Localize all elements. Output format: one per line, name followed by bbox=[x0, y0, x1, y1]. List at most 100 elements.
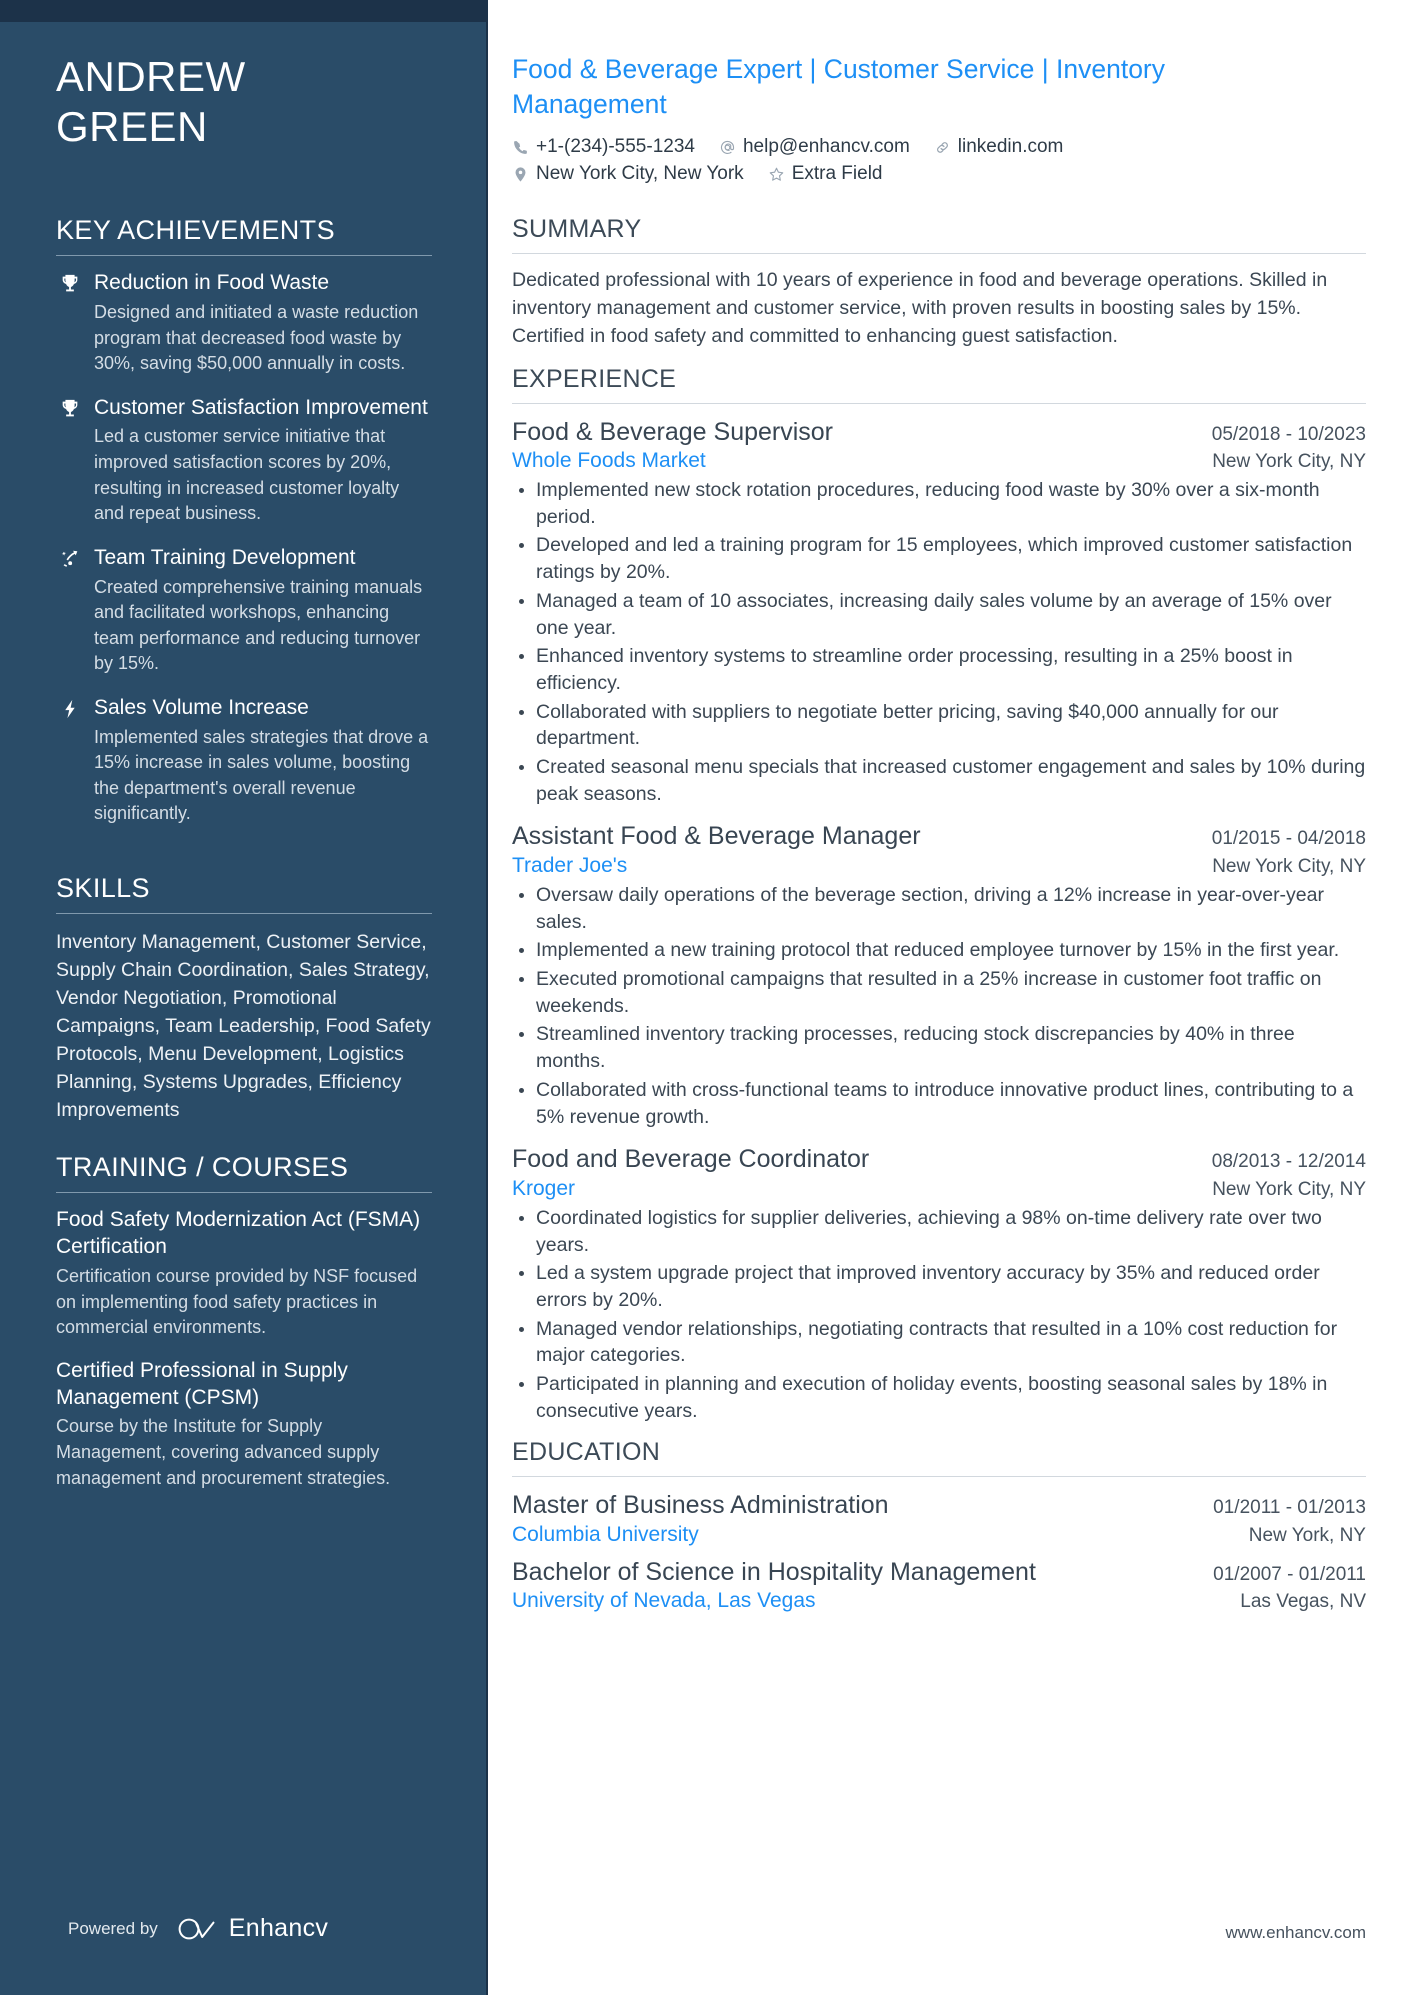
sidebar-footer: Powered by Enhancv bbox=[56, 1914, 432, 1943]
trophy-icon bbox=[56, 395, 84, 420]
achievement-title: Team Training Development bbox=[94, 545, 356, 569]
resume-page: ANDREW GREEN KEY ACHIEVEMENTS Reduction … bbox=[0, 0, 1410, 1995]
divider bbox=[512, 1476, 1366, 1478]
skills-list: Inventory Management, Customer Service, … bbox=[56, 930, 431, 1122]
contact-email[interactable]: help@enhancv.com bbox=[719, 136, 910, 158]
degree-dates: 01/2011 - 01/2013 bbox=[1213, 1497, 1366, 1519]
contact-linkedin[interactable]: linkedin.com bbox=[934, 136, 1064, 158]
company-name[interactable]: Kroger bbox=[512, 1177, 1196, 1201]
bullet: Collaborated with cross-functional teams… bbox=[512, 1077, 1366, 1130]
key-achievements-heading: KEY ACHIEVEMENTS bbox=[56, 215, 335, 246]
achievement-item: Team Training Development Created compre… bbox=[56, 545, 432, 677]
enhancv-wordmark: Enhancv bbox=[228, 1914, 329, 1942]
enhancv-logo: Enhancv bbox=[176, 1914, 328, 1943]
contact-row-2: New York City, New York Extra Field bbox=[512, 163, 1366, 185]
candidate-last-name: GREEN bbox=[56, 102, 208, 150]
bullet: Developed and led a training program for… bbox=[512, 532, 1366, 585]
achievement-item: Reduction in Food Waste Designed and ini… bbox=[56, 270, 432, 377]
job-bullets: Implemented new stock rotation procedure… bbox=[512, 477, 1366, 807]
experience-heading: EXPERIENCE bbox=[512, 364, 677, 393]
school-location: New York, NY bbox=[1248, 1524, 1366, 1546]
education-entry: Master of Business Administration 01/201… bbox=[512, 1490, 1366, 1547]
degree-dates: 01/2007 - 01/2011 bbox=[1213, 1563, 1366, 1585]
contact-info: +1-(234)-555-1234 help@enhancv.com linke… bbox=[512, 136, 1366, 185]
job-title: Food & Beverage Supervisor bbox=[512, 417, 834, 446]
course-description: Certification course provided by NSF foc… bbox=[56, 1266, 418, 1338]
phone-icon bbox=[514, 141, 527, 154]
bullet: Executed promotional campaigns that resu… bbox=[512, 966, 1366, 1019]
course-title: Certified Professional in Supply Managem… bbox=[56, 1358, 348, 1409]
growth-arrow-icon bbox=[56, 545, 84, 570]
summary-text: Dedicated professional with 10 years of … bbox=[512, 269, 1328, 347]
section-training-courses: TRAINING / COURSES Food Safety Moderniza… bbox=[56, 1130, 432, 1508]
skills-heading: SKILLS bbox=[56, 872, 150, 903]
experience-entry: Food & Beverage Supervisor 05/2018 - 10/… bbox=[512, 417, 1366, 808]
training-courses-heading: TRAINING / COURSES bbox=[56, 1152, 349, 1183]
contact-extra-field-text: Extra Field bbox=[791, 163, 883, 185]
bullet: Implemented new stock rotation procedure… bbox=[512, 477, 1366, 530]
powered-by-label: Powered by bbox=[68, 1918, 158, 1938]
sidebar: ANDREW GREEN KEY ACHIEVEMENTS Reduction … bbox=[0, 0, 488, 1995]
contact-phone[interactable]: +1-(234)-555-1234 bbox=[512, 136, 695, 158]
divider bbox=[512, 402, 1366, 404]
achievement-item: Sales Volume Increase Implemented sales … bbox=[56, 695, 432, 827]
trophy-icon bbox=[56, 270, 84, 295]
bullet: Coordinated logistics for supplier deliv… bbox=[512, 1205, 1366, 1258]
contact-extra-field[interactable]: Extra Field bbox=[768, 163, 883, 185]
job-location: New York City, NY bbox=[1212, 451, 1366, 473]
bullet: Enhanced inventory systems to streamline… bbox=[512, 643, 1366, 696]
school-location: Las Vegas, NV bbox=[1240, 1591, 1366, 1613]
divider bbox=[56, 1192, 432, 1194]
star-icon bbox=[769, 167, 783, 181]
bullet: Streamlined inventory tracking processes… bbox=[512, 1021, 1366, 1074]
education-entry: Bachelor of Science in Hospitality Manag… bbox=[512, 1557, 1366, 1614]
contact-email-text: help@enhancv.com bbox=[742, 136, 910, 158]
bullet: Created seasonal menu specials that incr… bbox=[512, 754, 1366, 807]
job-title: Food and Beverage Coordinator bbox=[512, 1145, 870, 1174]
bullet: Collaborated with suppliers to negotiate… bbox=[512, 699, 1366, 752]
job-location: New York City, NY bbox=[1212, 855, 1366, 877]
job-title: Assistant Food & Beverage Manager bbox=[512, 822, 921, 851]
location-pin-icon bbox=[515, 167, 526, 182]
section-summary: SUMMARY Dedicated professional with 10 y… bbox=[512, 215, 1366, 350]
achievement-title: Sales Volume Increase bbox=[94, 695, 309, 719]
bullet: Oversaw daily operations of the beverage… bbox=[512, 882, 1366, 935]
link-icon bbox=[936, 142, 948, 153]
section-education: EDUCATION Master of Business Administrat… bbox=[512, 1438, 1366, 1613]
experience-entry: Food and Beverage Coordinator 08/2013 - … bbox=[512, 1144, 1366, 1424]
degree-title: Master of Business Administration bbox=[512, 1491, 889, 1520]
section-skills: SKILLS Inventory Management, Customer Se… bbox=[56, 851, 432, 1125]
achievement-title: Reduction in Food Waste bbox=[94, 271, 330, 295]
achievement-description: Designed and initiated a waste reduction… bbox=[94, 301, 419, 374]
sidebar-top-accent-bar bbox=[0, 0, 488, 22]
school-name[interactable]: Columbia University bbox=[512, 1523, 1233, 1547]
achievement-description: Created comprehensive training manuals a… bbox=[94, 576, 423, 674]
summary-heading: SUMMARY bbox=[512, 215, 642, 244]
candidate-name: ANDREW GREEN bbox=[56, 52, 432, 151]
email-icon bbox=[720, 140, 735, 154]
contact-location[interactable]: New York City, New York bbox=[512, 163, 744, 185]
bullet: Led a system upgrade project that improv… bbox=[512, 1260, 1366, 1313]
course-description: Course by the Institute for Supply Manag… bbox=[56, 1416, 391, 1488]
bullet: Managed a team of 10 associates, increas… bbox=[512, 588, 1366, 641]
course-item: Certified Professional in Supply Managem… bbox=[56, 1358, 432, 1491]
bullet: Managed vendor relationships, negotiatin… bbox=[512, 1316, 1366, 1369]
company-name[interactable]: Trader Joe's bbox=[512, 854, 1196, 878]
contact-linkedin-text: linkedin.com bbox=[957, 136, 1064, 158]
footer-website-url: www.enhancv.com bbox=[1225, 1923, 1366, 1942]
experience-entry: Assistant Food & Beverage Manager 01/201… bbox=[512, 821, 1366, 1130]
contact-location-text: New York City, New York bbox=[536, 163, 744, 185]
enhancv-mark-icon bbox=[178, 1918, 215, 1939]
school-name[interactable]: University of Nevada, Las Vegas bbox=[512, 1589, 1224, 1613]
education-heading: EDUCATION bbox=[512, 1438, 661, 1467]
achievement-description: Led a customer service initiative that i… bbox=[94, 426, 400, 524]
bullet: Implemented a new training protocol that… bbox=[512, 937, 1366, 964]
lightning-bolt-icon bbox=[56, 695, 84, 720]
candidate-first-name: ANDREW bbox=[56, 53, 246, 100]
job-bullets: Coordinated logistics for supplier deliv… bbox=[512, 1205, 1366, 1425]
divider bbox=[56, 255, 432, 257]
divider bbox=[56, 912, 432, 914]
company-name[interactable]: Whole Foods Market bbox=[512, 449, 1196, 473]
course-title: Food Safety Modernization Act (FSMA) Cer… bbox=[56, 1208, 421, 1259]
professional-headline: Food & Beverage Expert | Customer Servic… bbox=[512, 54, 1166, 120]
